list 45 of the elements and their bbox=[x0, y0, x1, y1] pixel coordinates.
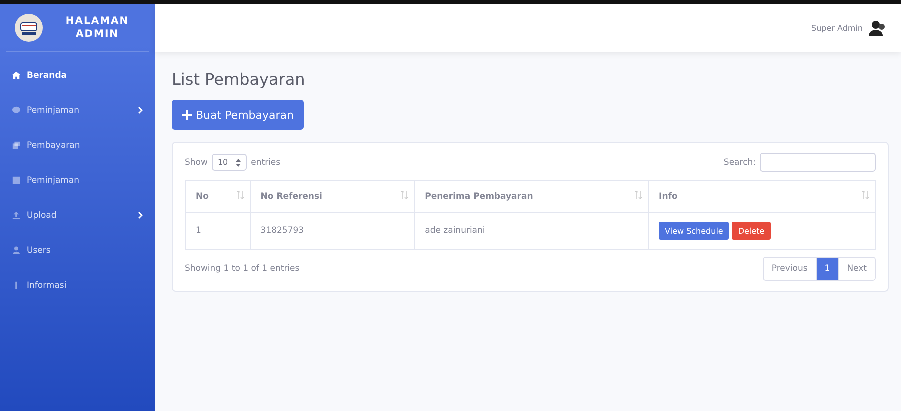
table-cell: ade zainuriani bbox=[414, 212, 649, 250]
search-field[interactable] bbox=[760, 153, 876, 172]
sidebar-item[interactable]: Users bbox=[0, 233, 155, 268]
brand-title: ADMIN bbox=[76, 28, 120, 40]
entries-label: entries bbox=[251, 158, 281, 168]
search-label: Search: bbox=[724, 158, 756, 168]
sort-icon bbox=[401, 191, 408, 199]
upload-icon bbox=[12, 211, 21, 220]
sort-icon bbox=[862, 191, 869, 199]
user-name[interactable]: Super Admin bbox=[812, 24, 863, 32]
chevron-icon bbox=[138, 212, 143, 219]
sidebar-item[interactable]: Peminjaman bbox=[0, 93, 155, 128]
list-icon bbox=[12, 176, 21, 185]
pagination-button[interactable]: 1 bbox=[816, 258, 838, 280]
page-size-select[interactable]: 10 bbox=[212, 154, 248, 171]
users-icon[interactable] bbox=[869, 20, 887, 36]
chevron-icon bbox=[138, 107, 143, 114]
sort-icon bbox=[236, 191, 244, 199]
pagination-button[interactable]: Next bbox=[838, 258, 875, 280]
sort-icon bbox=[236, 158, 242, 166]
entries-info: Showing 1 to 1 of 1 entries bbox=[185, 264, 300, 274]
sidebar-item[interactable]: Beranda bbox=[0, 58, 155, 93]
show-label: Show bbox=[185, 158, 208, 168]
brand-title: HALAMAN bbox=[66, 14, 130, 28]
create-button[interactable]: Buat Pembayaran bbox=[172, 100, 304, 130]
home-icon bbox=[12, 71, 21, 80]
column-header[interactable]: No Referensi bbox=[250, 180, 415, 212]
table-cell: 31825793 bbox=[250, 212, 415, 250]
copy-icon bbox=[12, 141, 21, 150]
plus-icon bbox=[182, 110, 192, 120]
sort-icon bbox=[635, 191, 642, 199]
logo-icon bbox=[14, 12, 44, 42]
action-button[interactable]: View Schedule bbox=[659, 222, 730, 240]
action-button[interactable]: Delete bbox=[732, 222, 771, 240]
column-header[interactable]: No bbox=[186, 180, 250, 212]
table-cell: 1 bbox=[186, 212, 250, 250]
page-title: List Pembayaran bbox=[172, 70, 306, 89]
column-header[interactable]: Penerima Pembayaran bbox=[414, 180, 649, 212]
user-icon bbox=[12, 246, 21, 255]
chat-icon bbox=[12, 106, 21, 115]
sidebar-item[interactable]: Pembayaran bbox=[0, 128, 155, 163]
sidebar-item[interactable]: Informasi bbox=[0, 268, 155, 303]
sidebar-item[interactable]: Upload bbox=[0, 198, 155, 233]
sidebar-item[interactable]: Peminjaman bbox=[0, 163, 155, 198]
column-header[interactable]: Info bbox=[648, 180, 876, 212]
